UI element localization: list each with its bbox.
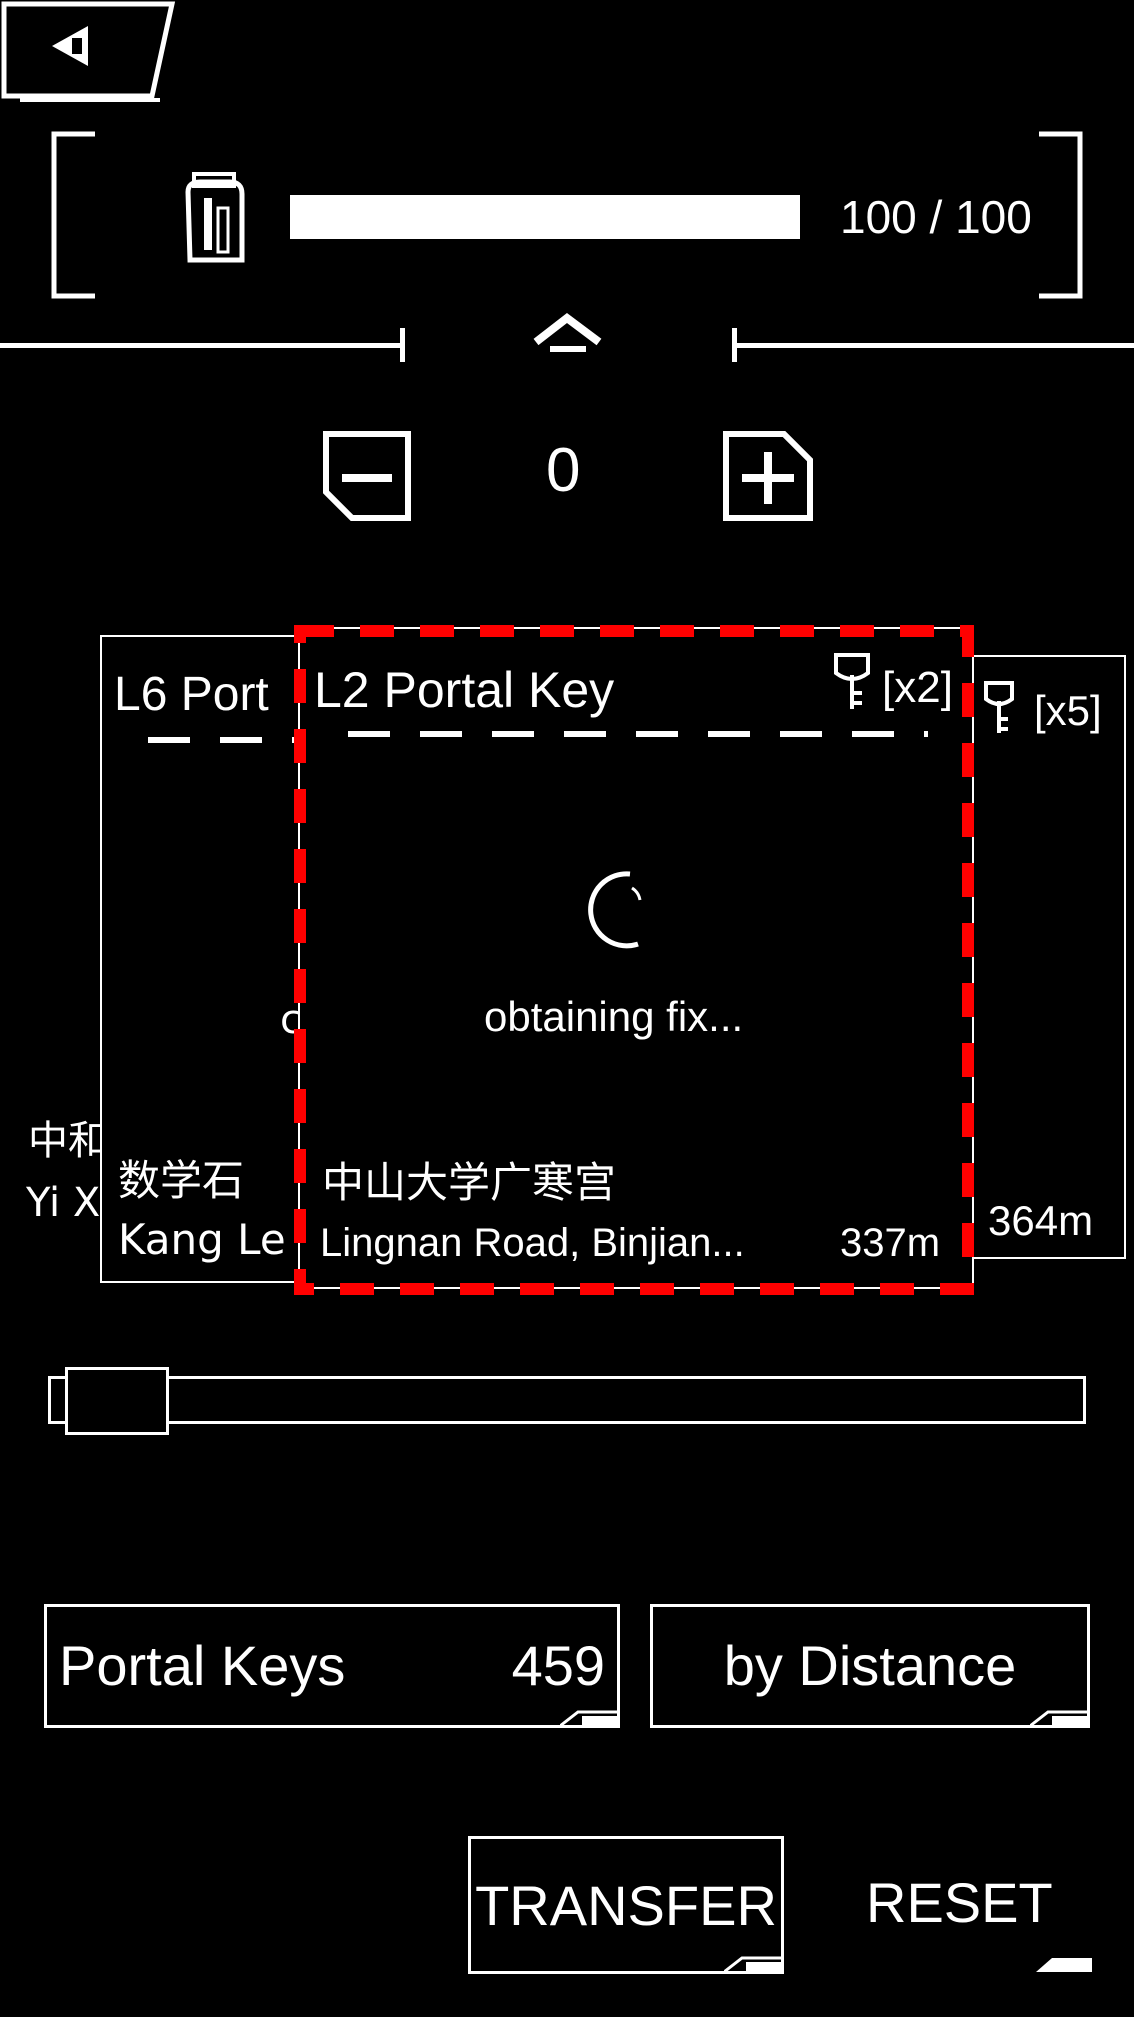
corner-notch-icon bbox=[1030, 1710, 1090, 1728]
chevron-up-icon[interactable] bbox=[530, 310, 605, 355]
xm-meter-bar bbox=[290, 195, 800, 239]
far-left-card-address: Yi X bbox=[26, 1180, 101, 1226]
back-button[interactable] bbox=[0, 0, 190, 110]
card-count: [x5] bbox=[1034, 687, 1102, 734]
corner-notch-icon bbox=[724, 1956, 784, 1974]
divider-left bbox=[0, 343, 404, 348]
xm-meter-fill bbox=[290, 195, 800, 239]
divider-left-tick bbox=[400, 328, 405, 362]
category-label: Portal Keys bbox=[59, 1634, 346, 1697]
sort-button[interactable]: by Distance bbox=[650, 1604, 1090, 1728]
plus-icon bbox=[723, 431, 813, 521]
card-portal-address: Kang Le bbox=[118, 1215, 286, 1264]
carousel-scrollbar[interactable] bbox=[48, 1367, 1086, 1435]
transfer-label: TRANSFER bbox=[475, 1874, 777, 1937]
corner-notch-icon bbox=[1036, 1958, 1092, 1972]
xm-canister-icon bbox=[180, 168, 250, 268]
scrollbar-thumb[interactable] bbox=[65, 1367, 169, 1435]
back-arrow-icon bbox=[52, 26, 88, 66]
minus-icon bbox=[323, 431, 411, 521]
xm-meter-value: 100 / 100 bbox=[840, 191, 1032, 243]
corner-notch-icon bbox=[560, 1710, 620, 1728]
reset-button[interactable]: RESET bbox=[866, 1870, 1053, 1935]
category-filter-button[interactable]: Portal Keys 459 bbox=[44, 1604, 620, 1728]
quantity-value: 0 bbox=[546, 436, 581, 505]
sort-label: by Distance bbox=[723, 1634, 1017, 1697]
divider-right-tick bbox=[732, 328, 737, 362]
increase-button[interactable] bbox=[722, 430, 814, 522]
card-portal-name: 数学石 bbox=[118, 1156, 245, 1205]
far-left-card-name: 中和 bbox=[28, 1118, 108, 1164]
category-count: 459 bbox=[511, 1634, 605, 1697]
selection-highlight bbox=[294, 625, 974, 1295]
card-distance: 364m bbox=[988, 1197, 1094, 1244]
decrease-button[interactable] bbox=[322, 430, 414, 522]
card-title: L6 Port bbox=[114, 668, 269, 721]
transfer-button[interactable]: TRANSFER bbox=[468, 1836, 784, 1974]
key-icon bbox=[982, 679, 1016, 737]
divider-right bbox=[734, 343, 1134, 348]
